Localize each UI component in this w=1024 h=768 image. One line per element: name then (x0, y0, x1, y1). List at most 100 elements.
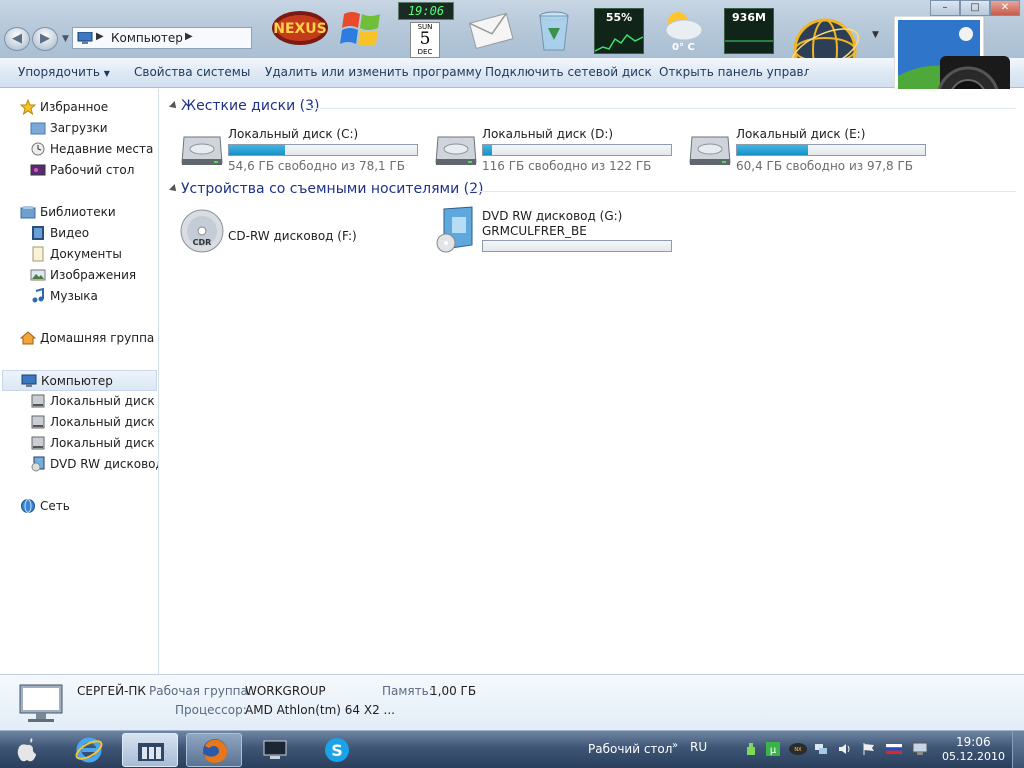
bottle-tray-icon[interactable] (744, 742, 758, 756)
language-indicator[interactable]: RU (690, 740, 707, 754)
nav-drive-g[interactable]: DVD RW дисковод (G:) (30, 454, 158, 474)
nav-network[interactable]: Сеть (20, 496, 150, 516)
nav-desktop[interactable]: Рабочий стол (30, 160, 155, 180)
taskbar-clock-date[interactable]: 05.12.2010 (942, 750, 1005, 763)
drive-usage-fill (483, 145, 493, 155)
group-divider (308, 108, 1016, 109)
cd-disc-icon: CDR (180, 209, 224, 253)
desktop-toolbar-label[interactable]: Рабочий стол (588, 742, 672, 756)
workgroup-value: WORKGROUP (245, 684, 326, 698)
taskbar-explorer-button[interactable] (122, 733, 178, 767)
svg-text:NEXUS: NEXUS (273, 21, 327, 37)
nav-recent-places[interactable]: Недавние места (30, 139, 155, 159)
documents-icon (32, 246, 44, 262)
drive-name: Локальный диск (C:) (228, 127, 359, 141)
action-center-flag-icon[interactable] (862, 742, 876, 756)
breadcrumb-separator-icon[interactable]: ▶ (96, 31, 104, 42)
calendar-widget[interactable]: SUN 5 DEC (410, 22, 440, 58)
homegroup-icon (20, 331, 36, 345)
utorrent-tray-icon[interactable]: μ (766, 742, 780, 756)
calendar-month: DEC (417, 48, 433, 56)
weather-widget[interactable]: 0° C (656, 8, 708, 56)
drive-item-e[interactable]: Локальный диск (E:) 60,4 ГБ свободно из … (686, 123, 936, 175)
volume-icon[interactable] (838, 742, 852, 756)
chevron-down-icon: ▼ (103, 69, 110, 78)
drive-item-c[interactable]: Локальный диск (C:) 54,6 ГБ свободно из … (178, 123, 428, 175)
taskbar-firefox-button[interactable] (186, 733, 242, 767)
memory-meter-widget[interactable]: 936M (724, 8, 774, 54)
drive-usage-bar (482, 144, 672, 156)
windows-logo-icon[interactable] (338, 6, 386, 52)
nav-libraries[interactable]: Библиотеки (20, 202, 150, 222)
address-dropdown-icon[interactable]: ▼ (872, 30, 879, 40)
forward-button[interactable]: ▶ (32, 27, 58, 51)
nav-music[interactable]: Музыка (30, 286, 155, 306)
show-desktop-button[interactable] (1012, 731, 1024, 768)
mail-envelope-icon[interactable] (466, 8, 516, 52)
internet-explorer-icon[interactable] (74, 735, 104, 765)
address-bar[interactable]: ▶ Компьютер ▶ (72, 27, 252, 49)
pictures-icon (30, 269, 46, 281)
drive-item-g[interactable]: DVD RW дисковод (G:) GRMCULFRER_BE (432, 205, 702, 257)
workgroup-label: Рабочая группа: (149, 684, 252, 698)
network-globe-icon (21, 499, 35, 513)
navigation-buttons: ◀ ▶ ▼ (4, 27, 69, 51)
drive-item-d[interactable]: Локальный диск (D:) 116 ГБ свободно из 1… (432, 123, 682, 175)
computer-icon (77, 32, 93, 44)
details-pane: СЕРГЕЙ-ПК Рабочая группа: WORKGROUP Памя… (0, 674, 1024, 730)
window-titlebar: ◀ ▶ ▼ ▶ Компьютер ▶ NEXUS 19:06 SUN 5 DE… (0, 0, 1024, 82)
content-area: Жесткие диски (3) Локальный диск (C:) 54… (160, 89, 1024, 674)
open-control-panel-button[interactable]: Открыть панель управления (659, 65, 809, 79)
nav-downloads[interactable]: Загрузки (30, 118, 155, 138)
nav-video[interactable]: Видео (30, 223, 155, 243)
nav-pictures[interactable]: Изображения (30, 265, 155, 285)
recycle-bin-icon[interactable] (534, 8, 574, 54)
breadcrumb-computer[interactable]: Компьютер (111, 31, 183, 45)
drive-usage-bar (228, 144, 418, 156)
nav-drive-d[interactable]: Локальный диск (D:) (30, 412, 158, 432)
nexus-tray-icon[interactable]: NX (788, 742, 808, 756)
firefox-icon (203, 739, 227, 763)
monitor-app-icon[interactable] (262, 740, 288, 760)
desktop-icon (30, 164, 46, 176)
organize-menu[interactable]: Упорядочить ▼ (18, 65, 110, 79)
drive-name: Локальный диск (D:) (482, 127, 614, 141)
recent-pages-dropdown-icon[interactable]: ▼ (62, 34, 69, 44)
taskbar-clock-time[interactable]: 19:06 (956, 735, 991, 749)
network-tray-icon[interactable] (814, 742, 828, 756)
back-button[interactable]: ◀ (4, 27, 30, 51)
skype-icon[interactable]: S (322, 735, 352, 765)
display-tray-icon[interactable] (912, 742, 928, 756)
digital-clock-widget[interactable]: 19:06 (398, 2, 454, 20)
nav-drive-c[interactable]: Локальный диск (C:) (30, 391, 158, 411)
memory-label: Память: (382, 684, 433, 698)
drive-name: DVD RW дисковод (G:) (482, 209, 623, 223)
nav-documents[interactable]: Документы (30, 244, 155, 264)
hard-drive-icon (31, 394, 45, 408)
system-properties-button[interactable]: Свойства системы (134, 65, 250, 79)
nav-homegroup[interactable]: Домашняя группа (20, 328, 155, 348)
removable-group-header[interactable]: Устройства со съемными носителями (2) (169, 181, 1020, 201)
hard-disks-group-header[interactable]: Жесткие диски (3) (169, 98, 1020, 118)
chevron-right-icon[interactable]: » (672, 740, 678, 751)
maximize-button[interactable]: □ (960, 0, 990, 16)
russian-flag-icon[interactable] (886, 742, 902, 756)
minimize-button[interactable]: – (930, 0, 960, 16)
cpu-meter-widget[interactable]: 55% (594, 8, 644, 54)
collapse-arrow-icon (169, 101, 179, 111)
apple-start-icon[interactable] (14, 737, 40, 763)
breadcrumb-separator-icon[interactable]: ▶ (185, 31, 193, 42)
drive-usage-fill (737, 145, 809, 155)
map-network-drive-button[interactable]: Подключить сетевой диск (485, 65, 652, 79)
computer-name: СЕРГЕЙ-ПК (77, 684, 146, 698)
drive-item-f[interactable]: CDR CD-RW дисковод (F:) (178, 205, 428, 257)
computer-icon (21, 374, 37, 387)
nav-drive-e[interactable]: Локальный диск (E:) (30, 433, 158, 453)
nav-favorites[interactable]: Избранное (20, 97, 150, 117)
command-toolbar: Упорядочить ▼ Свойства системы Удалить и… (0, 58, 1024, 88)
nav-computer[interactable]: Компьютер (2, 370, 157, 391)
nexus-dock-logo[interactable]: NEXUS (270, 8, 330, 48)
uninstall-program-button[interactable]: Удалить или изменить программу (265, 65, 482, 79)
close-button[interactable]: ✕ (990, 0, 1020, 16)
drive-volume-label: GRMCULFRER_BE (482, 224, 587, 238)
